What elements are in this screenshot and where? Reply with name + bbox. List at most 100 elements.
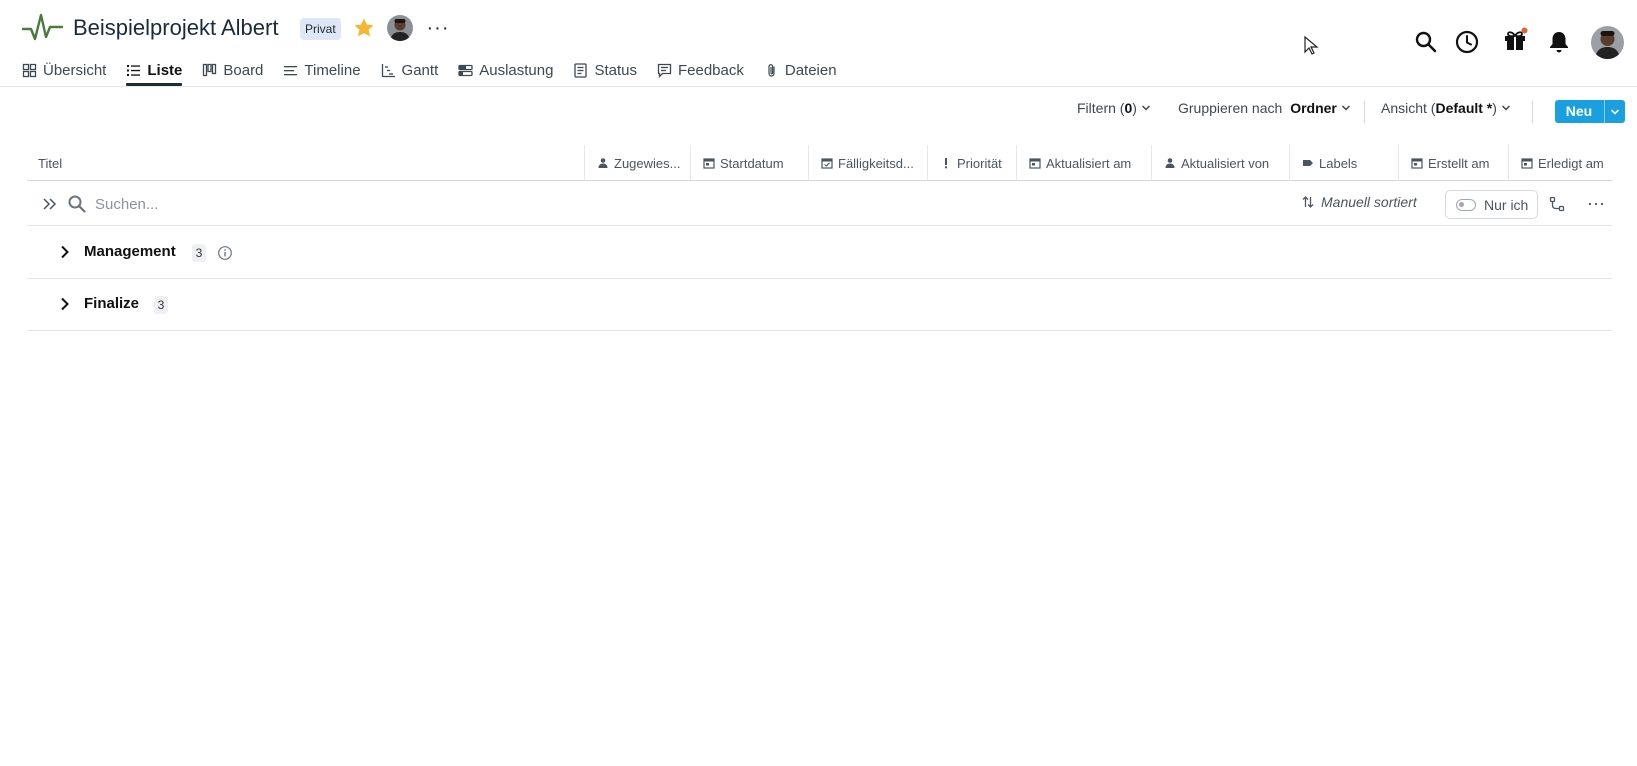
star-icon[interactable] [352,16,376,40]
tab-label: Übersicht [43,61,107,79]
overview-icon [22,63,37,77]
search-icon[interactable] [1413,29,1439,55]
filter-button[interactable]: Filtern (0) [1077,100,1151,116]
privacy-badge: Privat [300,18,341,40]
new-button[interactable]: Neu [1555,100,1625,123]
member-avatar[interactable] [387,15,413,41]
gift-icon[interactable] [1502,27,1528,53]
sort-button[interactable]: Manuell sortiert [1301,194,1417,210]
group-name[interactable]: Finalize [84,295,139,312]
column-label: Aktualisiert von [1181,155,1270,171]
tab-list[interactable]: Liste [126,55,183,86]
subtask-tree-icon[interactable] [1549,196,1565,212]
calendar-icon [1411,158,1423,169]
column-header-updated-by[interactable]: Aktualisiert von [1151,145,1289,181]
mouse-cursor-icon [1304,36,1319,55]
tab-label: Board [223,61,264,79]
tab-files[interactable]: Dateien [764,55,837,85]
gantt-icon [381,63,395,77]
view-value: Default * [1435,100,1493,116]
column-label: Startdatum [720,155,784,171]
clock-icon[interactable] [1454,29,1480,55]
timeline-icon [284,65,298,75]
calendar-icon [703,158,715,169]
only-me-toggle[interactable]: Nur ich [1445,190,1538,219]
calendar-icon [1521,158,1533,169]
status-icon [574,62,588,78]
search-row: Manuell sortiert Nur ich ··· [27,182,1612,226]
toggle-switch[interactable] [1456,198,1476,211]
project-tabs: Übersicht Liste Board Timeline Gantt Aus… [22,55,857,87]
notification-bell-icon[interactable] [1546,29,1572,55]
column-label: Priorität [957,155,1002,171]
column-header-completed-at[interactable]: Erledigt am [1508,145,1612,181]
group-row[interactable]: Finalize 3 [27,279,1612,331]
chevron-down-icon [1341,105,1350,111]
table-header: Titel Zugewies... Startdatum Fälligkeits… [27,145,1612,181]
expand-all-icon[interactable] [41,195,59,213]
new-dropdown-toggle[interactable] [1604,100,1625,123]
list-icon [127,64,141,76]
group-name[interactable]: Management [84,243,176,260]
column-header-updated-at[interactable]: Aktualisiert am [1016,145,1151,181]
column-header-assignee[interactable]: Zugewies... [584,145,690,181]
view-button[interactable]: Ansicht (Default *) [1381,100,1511,116]
tab-board[interactable]: Board [202,55,263,85]
column-label: Titel [38,155,63,171]
tab-gantt[interactable]: Gantt [381,55,439,85]
view-prefix: Ansicht ( [1381,100,1436,116]
only-me-label: Nur ich [1484,196,1529,213]
tab-label: Status [594,61,637,79]
tab-label: Timeline [304,61,361,79]
tab-overview[interactable]: Übersicht [22,55,106,85]
tab-label: Dateien [784,61,837,79]
column-label: Labels [1319,155,1358,171]
activity-logo-icon[interactable] [22,12,64,44]
column-header-start-date[interactable]: Startdatum [690,145,808,181]
calendar-icon [1029,158,1041,169]
filter-prefix: Filtern ( [1077,100,1125,116]
user-avatar[interactable] [1591,26,1624,59]
tab-status[interactable]: Status [573,55,637,85]
group-by-button[interactable]: Gruppieren nach Ordner [1178,100,1351,116]
column-header-created-at[interactable]: Erstellt am [1398,145,1508,181]
column-header-title[interactable]: Titel [27,145,584,181]
more-options-icon[interactable]: ··· [426,14,450,42]
project-title[interactable]: Beispielprojekt Albert [73,15,278,41]
search-icon [68,195,86,213]
chevron-right-icon[interactable] [57,244,73,260]
tab-workload[interactable]: Auslastung [458,55,553,85]
tab-timeline[interactable]: Timeline [283,55,361,85]
feedback-icon [657,63,672,78]
column-header-labels[interactable]: Labels [1289,145,1398,181]
sort-arrows-icon [1302,196,1314,208]
info-icon[interactable] [217,245,233,261]
label-icon [1303,160,1313,166]
tab-label: Auslastung [479,61,554,79]
list-toolbar: Filtern (0) Gruppieren nach Ordner Ansic… [0,100,1637,124]
tab-label: Liste [147,61,183,79]
group-row[interactable]: Management 3 [27,227,1612,279]
column-label: Fälligkeitsd... [838,155,914,171]
view-suffix: ) [1492,100,1497,116]
column-label: Zugewies... [614,155,681,171]
workload-icon [458,64,473,76]
column-header-priority[interactable]: Priorität [927,145,1016,181]
calendar-check-icon [821,158,833,169]
group-prefix: Gruppieren nach [1178,100,1287,116]
tab-label: Feedback [677,61,744,79]
toolbar-divider [1364,101,1365,123]
new-button-label[interactable]: Neu [1555,100,1603,123]
chevron-down-icon [1501,105,1510,111]
search-input[interactable] [95,191,595,217]
column-header-due-date[interactable]: Fälligkeitsd... [808,145,927,181]
column-label: Erstellt am [1428,155,1490,171]
chevron-right-icon[interactable] [57,296,73,312]
chevron-down-icon [1610,108,1620,115]
tab-feedback[interactable]: Feedback [657,55,744,85]
app-header: Beispielprojekt Albert Privat ··· Übersi… [0,0,1637,87]
person-icon [1165,158,1175,168]
filter-suffix: ) [1132,100,1137,116]
tab-label: Gantt [401,61,439,79]
more-options-icon[interactable]: ··· [1584,192,1608,216]
